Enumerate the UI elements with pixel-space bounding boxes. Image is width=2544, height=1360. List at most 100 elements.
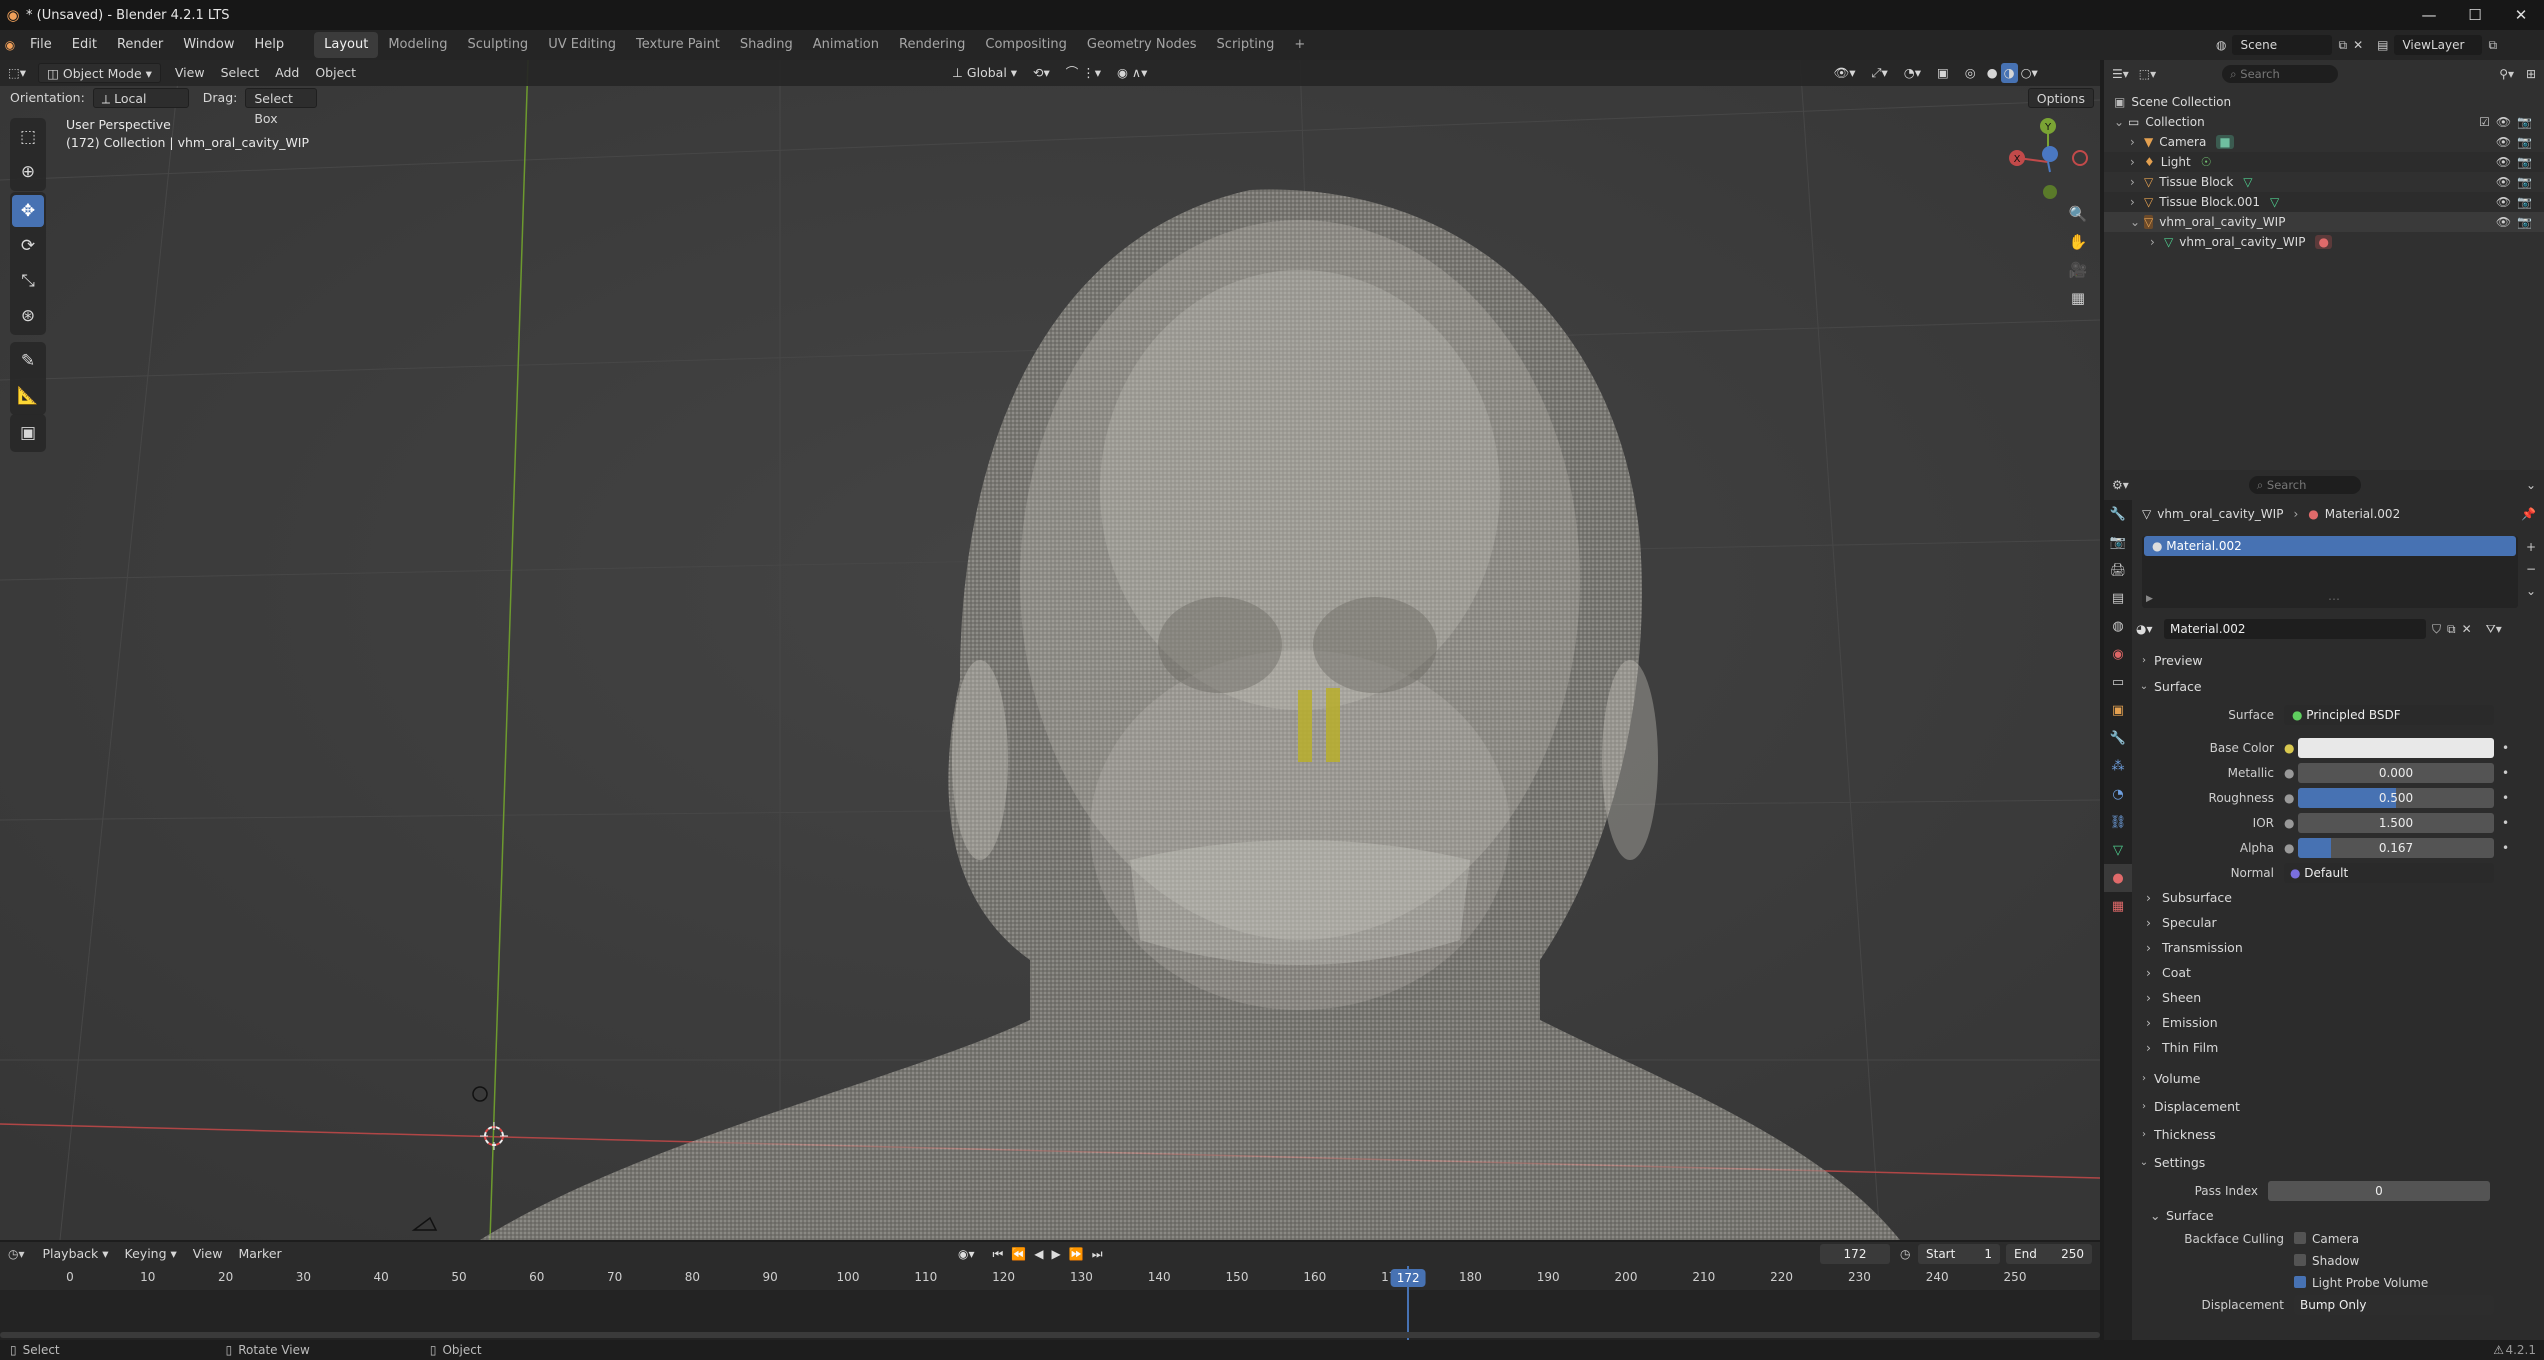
expand-icon[interactable]: › [2130,195,2144,209]
remove-scene-icon[interactable]: ✕ [2353,38,2363,52]
subsurface-subpanel[interactable]: › Subsurface [2134,885,2544,910]
physics-tab-icon[interactable]: ◔ [2104,780,2132,808]
xray-icon[interactable]: ▣ [1929,63,1957,83]
solid-shading-icon[interactable]: ● [1984,63,2001,83]
scene-tab-icon[interactable]: ◍ [2104,612,2132,640]
outliner-item-camera[interactable]: › ▼ Camera ■ 👁📷 [2104,132,2544,152]
displacement-panel-header[interactable]: › Displacement [2134,1094,2544,1118]
timeline-editor-type-icon[interactable]: ◷▾ [8,1247,25,1261]
3d-viewport[interactable]: ⬚▾ ◫ Object Mode ▾ View Select Add Objec… [0,60,2100,1240]
camera-checkbox[interactable] [2294,1232,2306,1244]
pass-index-field[interactable]: 0 [2268,1180,2490,1201]
menu-view-timeline[interactable]: View [185,1244,231,1264]
material-name-field[interactable]: Material.002 [2164,619,2426,639]
material-tab-icon[interactable]: ● [2104,864,2132,892]
keyframe-dot-icon[interactable]: • [2502,791,2509,805]
keyframe-dot-icon[interactable]: • [2502,766,2509,780]
outliner-item-light[interactable]: › ♦ Light ☉ 👁📷 [2104,152,2544,172]
zoom-icon[interactable]: 🔍 [2064,200,2092,228]
duplicate-material-icon[interactable]: ⧉ [2447,622,2456,637]
expand-icon[interactable]: ⌄ [2114,115,2128,129]
outliner-item-tissue-block[interactable]: › ▽ Tissue Block ▽ 👁📷 [2104,172,2544,192]
tab-uv-editing[interactable]: UV Editing [538,32,626,58]
play-icon[interactable]: ▶ [1052,1247,1061,1262]
expand-list-icon[interactable]: ▶ [2146,594,2153,604]
pan-hand-icon[interactable]: ✋ [2064,228,2092,256]
tab-scripting[interactable]: Scripting [1207,32,1285,58]
keyframe-dot-icon[interactable]: • [2502,741,2509,755]
transform-tool-icon[interactable]: ⊛ [12,300,44,332]
output-tab-icon[interactable]: 🖨 [2104,556,2132,584]
expand-icon[interactable]: › [2130,135,2144,149]
menu-render[interactable]: Render [107,30,173,60]
surface-shader-field[interactable]: ● Principled BSDF [2284,704,2494,725]
outliner-collection[interactable]: ⌄ ▭ Collection ☑👁📷 [2104,112,2544,132]
wireframe-shading-icon[interactable]: ◎ [1957,63,1984,83]
ior-field[interactable]: 1.500 [2298,812,2494,833]
volume-panel-header[interactable]: › Volume [2134,1066,2544,1090]
visibility-icon[interactable]: 👁▾ [1825,63,1863,83]
expand-icon[interactable]: › [2130,175,2144,189]
base-color-swatch[interactable] [2298,737,2494,758]
filter-icon[interactable]: ⚲▾ [2499,67,2514,81]
alpha-slider[interactable]: 0.167 [2298,837,2494,858]
material-slot-item[interactable]: ● Material.002 [2144,536,2516,556]
visibility-icons[interactable]: 👁📷 [2496,215,2538,229]
coat-subpanel[interactable]: › Coat [2134,960,2544,985]
roughness-slider[interactable]: 0.500 [2298,787,2494,808]
tab-geometry-nodes[interactable]: Geometry Nodes [1077,32,1207,58]
drag-dropdown[interactable]: Select Box [245,88,318,126]
remove-slot-button[interactable]: − [2522,558,2540,580]
tab-modeling[interactable]: Modeling [378,32,457,58]
emission-subpanel[interactable]: › Emission [2134,1010,2544,1035]
options-chevron-icon[interactable]: ⌄ [2526,478,2536,492]
current-frame-field[interactable]: 172 [1820,1244,1890,1264]
modifiers-tab-icon[interactable]: 🔧 [2104,724,2132,752]
material-shading-icon[interactable]: ◑ [2000,63,2018,83]
unlink-material-icon[interactable]: ✕ [2462,622,2472,636]
cursor-tool-icon[interactable]: ⊕ [12,156,44,188]
mode-selector[interactable]: ◫ Object Mode ▾ [38,63,161,83]
oral-cavity-block-right[interactable] [1326,688,1340,762]
socket-icon[interactable]: ● [2284,766,2298,780]
fake-user-icon[interactable]: ⛉ [2432,622,2441,637]
new-collection-icon[interactable]: ⊞ [2526,67,2536,81]
settings-surface-subpanel[interactable]: ⌄ Surface [2134,1203,2544,1228]
slot-menu-chevron-icon[interactable]: ⌄ [2522,580,2540,602]
oral-cavity-block-left[interactable] [1298,690,1312,762]
overlays-icon[interactable]: ◔▾ [1896,63,1929,83]
shadow-checkbox[interactable] [2294,1254,2306,1266]
add-cube-tool-icon[interactable]: ▣ [12,417,44,449]
menu-marker[interactable]: Marker [230,1244,289,1264]
preview-panel-header[interactable]: › Preview [2134,648,2544,672]
visibility-icons[interactable]: 👁📷 [2496,135,2538,149]
timeline-ruler[interactable]: 0 10 20 30 40 50 60 70 80 90 100 110 120 130 140 150 160… [0,1266,2100,1340]
world-tab-icon[interactable]: ◉ [2104,640,2132,668]
particles-tab-icon[interactable]: ⁂ [2104,752,2132,780]
minimize-button[interactable]: — [2406,0,2452,30]
menu-playback[interactable]: Playback ▾ [35,1244,117,1264]
jump-start-icon[interactable]: ⏮ [993,1247,1004,1262]
socket-icon[interactable]: ● [2284,816,2298,830]
scene-selector[interactable]: Scene [2232,35,2333,55]
properties-search[interactable]: ⌕ Search [2248,476,2361,494]
thickness-panel-header[interactable]: › Thickness [2134,1122,2544,1146]
view-layer-selector[interactable]: ViewLayer [2394,35,2483,55]
expand-icon[interactable]: › [2130,155,2144,169]
keyframe-dot-icon[interactable]: • [2502,816,2509,830]
proportional-edit-icon[interactable]: ◉ ∧▾ [1109,63,1155,83]
object-tab-icon[interactable]: ▣ [2104,696,2132,724]
next-keyframe-icon[interactable]: ⏩ [1069,1247,1084,1262]
outliner-scene-collection[interactable]: ▣ Scene Collection [2104,92,2544,112]
specular-subpanel[interactable]: › Specular [2134,910,2544,935]
outliner-item-tissue-block-001[interactable]: › ▽ Tissue Block.001 ▽ 👁📷 [2104,192,2544,212]
outliner-item-vhm-oral-cavity[interactable]: ⌄ ▽ vhm_oral_cavity_WIP 👁📷 [2104,212,2544,232]
normal-field[interactable]: ● Default [2284,862,2494,883]
data-tab-icon[interactable]: ▽ [2104,836,2132,864]
rendered-shading-icon[interactable]: ○▾ [2018,63,2041,83]
move-tool-icon[interactable]: ✥ [12,195,44,227]
blender-menu-icon[interactable]: ◉ [0,38,20,52]
measure-tool-icon[interactable]: 📐 [12,380,44,412]
tab-texture-paint[interactable]: Texture Paint [626,32,730,58]
collection-tab-icon[interactable]: ▭ [2104,668,2132,696]
